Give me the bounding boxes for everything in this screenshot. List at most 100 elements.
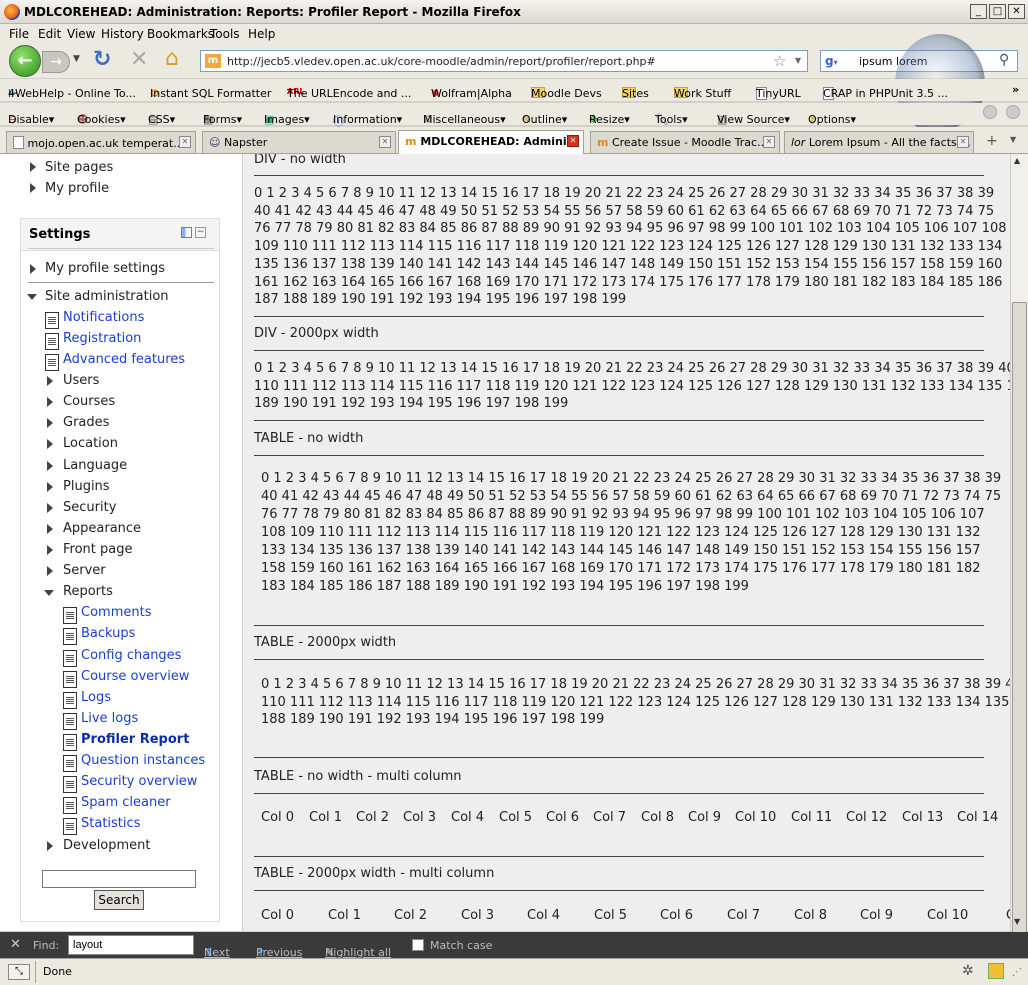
window-title: MDLCOREHEAD: Administration: Reports: Pr… xyxy=(24,5,521,19)
folder-location[interactable]: Location xyxy=(63,436,118,451)
tab-close-icon[interactable]: ✕ xyxy=(567,135,579,147)
folder-courses[interactable]: Courses xyxy=(63,394,115,409)
tab-create-issue[interactable]: m Create Issue - Moodle Trac... ✕ xyxy=(590,131,780,153)
tab-napster[interactable]: ☺ Napster ✕ xyxy=(202,131,396,153)
report-config-changes[interactable]: Config changes xyxy=(81,648,181,663)
table-cell: Col 5 xyxy=(594,908,628,923)
scroll-down-icon[interactable]: ▼ xyxy=(1014,917,1020,926)
number-line: 0 1 2 3 4 5 6 7 8 9 10 11 12 13 14 15 16… xyxy=(254,186,995,201)
collapsed-arrow-icon xyxy=(47,545,53,555)
tab-mdlcorehead[interactable]: m MDLCOREHEAD: Admini... ✕ xyxy=(398,130,584,154)
menu-edit[interactable]: Edit xyxy=(38,27,61,41)
minimize-button[interactable]: _ xyxy=(970,4,987,19)
status-text: Done xyxy=(43,965,72,978)
tab-close-icon[interactable]: ✕ xyxy=(763,136,775,148)
link-advanced-features[interactable]: Advanced features xyxy=(63,352,185,367)
tab-close-icon[interactable]: ✕ xyxy=(179,136,191,148)
admin-search-button[interactable]: Search xyxy=(94,890,144,910)
report-course-overview[interactable]: Course overview xyxy=(81,669,189,684)
folder-security[interactable]: Security xyxy=(63,500,116,515)
menu-tools[interactable]: Tools xyxy=(210,27,240,41)
tab-mojo[interactable]: mojo.open.ac.uk temperat... ✕ xyxy=(6,131,196,153)
find-input[interactable] xyxy=(68,935,194,955)
bookmarks-overflow-chevron[interactable]: » xyxy=(1012,83,1019,96)
home-icon[interactable]: ⌂ xyxy=(165,46,179,71)
new-tab-icon[interactable]: + xyxy=(986,133,998,149)
tab-lorem-ipsum[interactable]: lor Lorem Ipsum - All the facts ... ✕ xyxy=(784,131,974,153)
folder-plugins[interactable]: Plugins xyxy=(63,479,110,494)
table-cell: Col 11 xyxy=(791,810,833,825)
report-backups[interactable]: Backups xyxy=(81,626,135,641)
match-case-checkbox[interactable] xyxy=(412,939,424,951)
history-dropdown-icon[interactable]: ▼ xyxy=(73,54,80,64)
document-icon xyxy=(63,628,77,645)
admin-search-input[interactable] xyxy=(42,870,196,888)
table-cell: Col 9 xyxy=(860,908,894,923)
divider xyxy=(254,890,984,891)
number-line: 161 162 163 164 165 166 167 168 169 170 … xyxy=(254,274,1003,290)
nav-my-profile[interactable]: My profile xyxy=(45,181,109,196)
tab-close-icon[interactable]: ✕ xyxy=(379,136,391,148)
number-line: 40 41 42 43 44 45 46 47 48 49 50 51 52 5… xyxy=(254,203,995,219)
report-logs[interactable]: Logs xyxy=(81,690,111,705)
extension-status-icon[interactable] xyxy=(988,963,1004,979)
magnifier-icon[interactable]: ⚲ xyxy=(999,52,1009,68)
maximize-button[interactable]: □ xyxy=(989,4,1006,19)
find-close-icon[interactable]: ✕ xyxy=(10,937,21,952)
close-button[interactable]: ✕ xyxy=(1008,4,1025,19)
tab-list-icon[interactable]: ▼ xyxy=(1010,135,1016,144)
match-case-label: Match case xyxy=(430,939,493,952)
table-cell: Col 10 xyxy=(927,908,969,923)
firebug-icon[interactable]: ✲ xyxy=(962,963,974,979)
scroll-up-icon[interactable]: ▲ xyxy=(1014,156,1020,165)
url-bar[interactable]: m http://jecb5.vledev.open.ac.uk/core-mo… xyxy=(200,50,808,72)
table-cell: Col 5 xyxy=(499,810,533,825)
expanded-arrow-icon xyxy=(44,590,54,596)
google-icon[interactable]: g▾ xyxy=(825,54,838,68)
menu-view[interactable]: View xyxy=(67,27,95,41)
report-statistics[interactable]: Statistics xyxy=(81,816,140,831)
link-registration[interactable]: Registration xyxy=(63,331,141,346)
forward-button[interactable]: → xyxy=(42,51,70,73)
scrollbar-thumb[interactable] xyxy=(1012,302,1027,952)
menu-bookmarks[interactable]: Bookmarks xyxy=(147,27,214,41)
stop-icon[interactable]: ✕ xyxy=(130,47,148,72)
folder-language[interactable]: Language xyxy=(63,458,127,473)
section-title-div-no-width: DIV - no width xyxy=(254,154,346,167)
number-line: 158 159 160 161 162 163 164 165 166 167 … xyxy=(261,561,981,576)
my-profile-settings[interactable]: My profile settings xyxy=(45,261,165,276)
report-security-overview[interactable]: Security overview xyxy=(81,774,197,789)
reload-icon[interactable]: ↻ xyxy=(93,47,111,72)
menu-history[interactable]: History xyxy=(101,27,144,41)
url-dropdown-icon[interactable]: ▼ xyxy=(795,56,801,65)
nav-site-pages[interactable]: Site pages xyxy=(45,160,113,175)
report-comments[interactable]: Comments xyxy=(81,605,151,620)
folder-server[interactable]: Server xyxy=(63,563,106,578)
link-notifications[interactable]: Notifications xyxy=(63,310,144,325)
report-question-instances[interactable]: Question instances xyxy=(81,753,205,768)
folder-development[interactable]: Development xyxy=(63,838,151,853)
dock-block-icon[interactable] xyxy=(181,227,192,238)
collapse-block-icon[interactable]: − xyxy=(195,227,206,238)
table-cell: Col 13 xyxy=(902,810,944,825)
number-line: 0 1 2 3 4 5 6 7 8 9 10 11 12 13 14 15 16… xyxy=(261,471,1002,486)
menu-help[interactable]: Help xyxy=(248,27,275,41)
back-button[interactable]: ← xyxy=(9,45,41,77)
tab-close-icon[interactable]: ✕ xyxy=(957,136,969,148)
table-cell: Col 3 xyxy=(461,908,495,923)
folder-users[interactable]: Users xyxy=(63,373,99,388)
bookmark-star-icon[interactable]: ☆ xyxy=(773,52,786,70)
site-administration[interactable]: Site administration xyxy=(45,289,169,304)
folder-reports[interactable]: Reports xyxy=(63,584,113,599)
menu-file[interactable]: File xyxy=(9,27,29,41)
collapsed-arrow-icon xyxy=(47,566,53,576)
folder-front-page[interactable]: Front page xyxy=(63,542,132,557)
folder-grades[interactable]: Grades xyxy=(63,415,109,430)
report-live-logs[interactable]: Live logs xyxy=(81,711,138,726)
menu-bar: File Edit View History Bookmarks Tools H… xyxy=(0,24,1028,44)
number-line: 189 190 191 192 193 194 195 196 197 198 … xyxy=(254,396,569,412)
report-spam-cleaner[interactable]: Spam cleaner xyxy=(81,795,171,810)
folder-appearance[interactable]: Appearance xyxy=(63,521,141,536)
report-profiler-report-active[interactable]: Profiler Report xyxy=(81,732,189,747)
vertical-scrollbar[interactable]: ▲ ▼ xyxy=(1010,154,1028,952)
